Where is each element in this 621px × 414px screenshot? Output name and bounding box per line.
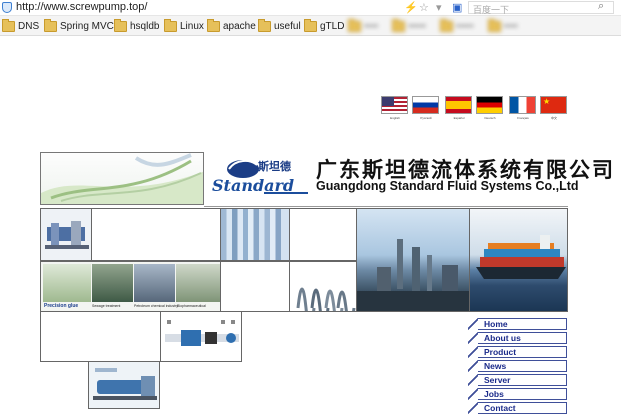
brand-underline	[264, 192, 308, 194]
folder-icon	[258, 18, 271, 32]
bookmark-gtld[interactable]: gTLD	[304, 18, 345, 33]
flag-canton	[382, 97, 394, 106]
flow-diagram-illustration	[165, 320, 239, 346]
bookmark-apache[interactable]: apache	[207, 18, 256, 33]
bookmark-label: DNS	[18, 20, 40, 32]
bookmark-useful[interactable]: useful	[258, 18, 301, 33]
nav-item-about-us[interactable]: About us	[468, 332, 567, 344]
bookmark-label: Linux	[180, 20, 204, 32]
nav-item-contact[interactable]: Contact	[468, 402, 567, 414]
application-label: Biopharmaceutical	[177, 304, 206, 308]
language-label[interactable]: Français	[508, 116, 538, 120]
nav-item-news[interactable]: News	[468, 360, 567, 372]
pipes-image[interactable]	[220, 208, 290, 261]
star-icon[interactable]: ☆	[419, 1, 429, 14]
nav-item-server[interactable]: Server	[468, 374, 567, 386]
refinery-image[interactable]	[356, 208, 470, 312]
folder-icon	[348, 18, 361, 32]
nav-item-home[interactable]: Home	[468, 318, 567, 330]
language-label[interactable]: Русский	[411, 116, 441, 120]
nav-item-product[interactable]: Product	[468, 346, 567, 358]
application-label: Sewage treatment	[92, 304, 121, 308]
pump-assembly-illustration	[93, 368, 157, 400]
application-label: Petroleum chemical industry	[134, 304, 178, 308]
screw-pump-illustration	[45, 221, 89, 249]
bookmarks-bar: DNS Spring MVC hsqldb Linux apache usefu…	[0, 16, 621, 36]
bookmark-label: useful	[274, 20, 301, 32]
language-label[interactable]: 中文	[539, 116, 569, 120]
brand-chinese: 斯坦德	[258, 161, 291, 173]
lightning-icon[interactable]: ⚡	[404, 1, 418, 14]
chevron-down-icon[interactable]: ▾	[436, 1, 442, 14]
language-label[interactable]: English	[380, 116, 410, 120]
petroleum-chemical-image	[134, 264, 175, 302]
folder-icon	[392, 18, 406, 32]
bookmark-dns[interactable]: DNS	[2, 18, 40, 33]
flag-icon[interactable]	[445, 96, 472, 114]
blank-cell	[220, 261, 290, 312]
container-ship-image[interactable]	[469, 208, 568, 312]
refinery-silhouette	[357, 239, 469, 311]
biopharmaceutical-image	[176, 264, 220, 302]
folder-icon	[207, 18, 220, 32]
bookmark-obscured[interactable]: ▪▪▪▪ ▪▪▪▪▪ ▪▪▪▪▪ ▪▪▪▪	[348, 18, 618, 33]
pump-product-image[interactable]	[40, 208, 92, 261]
bookmark-linux[interactable]: Linux	[164, 18, 204, 33]
blank-cell	[289, 208, 357, 261]
folder-icon	[439, 18, 453, 32]
search-icon[interactable]: ⌕	[598, 0, 604, 13]
address-bar: http://www.screwpump.top/ ⚡ ☆ ▾ ▣ 百度一下 ⌕	[0, 0, 621, 16]
language-label[interactable]: Deutsch	[475, 116, 505, 120]
precision-glue-image	[43, 264, 91, 302]
folder-icon	[164, 18, 177, 32]
language-label[interactable]: Español	[444, 116, 474, 120]
company-header: 斯坦德 Standard 广东斯坦德流体系统有限公司 Guangdong Sta…	[204, 152, 613, 207]
bookmark-hsqldb[interactable]: hsqldb	[114, 18, 160, 33]
folder-icon	[114, 18, 127, 32]
application-label: Precision glue	[44, 303, 79, 309]
sewage-treatment-image	[92, 264, 133, 302]
bookmark-label: Spring MVC	[60, 20, 114, 32]
blank-cell	[40, 311, 161, 362]
blank-cell	[91, 208, 221, 261]
flag-icon[interactable]	[509, 96, 536, 114]
bookmark-label: hsqldb	[130, 20, 160, 32]
header-graphic	[40, 152, 204, 205]
applications-collage[interactable]: Precision glue Sewage treatment Petroleu…	[40, 261, 221, 312]
nav-item-jobs[interactable]: Jobs	[468, 388, 567, 400]
folder-icon	[487, 18, 501, 32]
shield-icon	[2, 2, 12, 13]
ship-silhouette	[476, 235, 566, 279]
folder-icon	[2, 18, 15, 32]
bookmark-label: gTLD	[320, 20, 345, 32]
screw-rotor-illustration	[296, 287, 356, 311]
flag-icon[interactable]: ★	[540, 96, 567, 114]
bookmark-spring-mvc[interactable]: Spring MVC	[44, 18, 114, 33]
company-name-en: Guangdong Standard Fluid Systems Co.,Ltd	[316, 179, 579, 193]
pump-assembly-image[interactable]	[88, 361, 160, 409]
flag-icon[interactable]	[476, 96, 503, 114]
url-text[interactable]: http://www.screwpump.top/	[16, 1, 147, 13]
flag-icon[interactable]	[381, 96, 408, 114]
screw-rotor-image[interactable]	[289, 261, 357, 312]
search-input[interactable]: 百度一下	[468, 1, 614, 15]
flag-icon[interactable]	[412, 96, 439, 114]
folder-icon	[304, 18, 317, 32]
folder-icon	[44, 18, 57, 32]
decorative-swirl-graphic	[41, 153, 203, 204]
bookmark-label: apache	[223, 20, 256, 32]
flow-diagram-image[interactable]	[160, 311, 242, 362]
paw-icon[interactable]: ▣	[452, 1, 462, 14]
